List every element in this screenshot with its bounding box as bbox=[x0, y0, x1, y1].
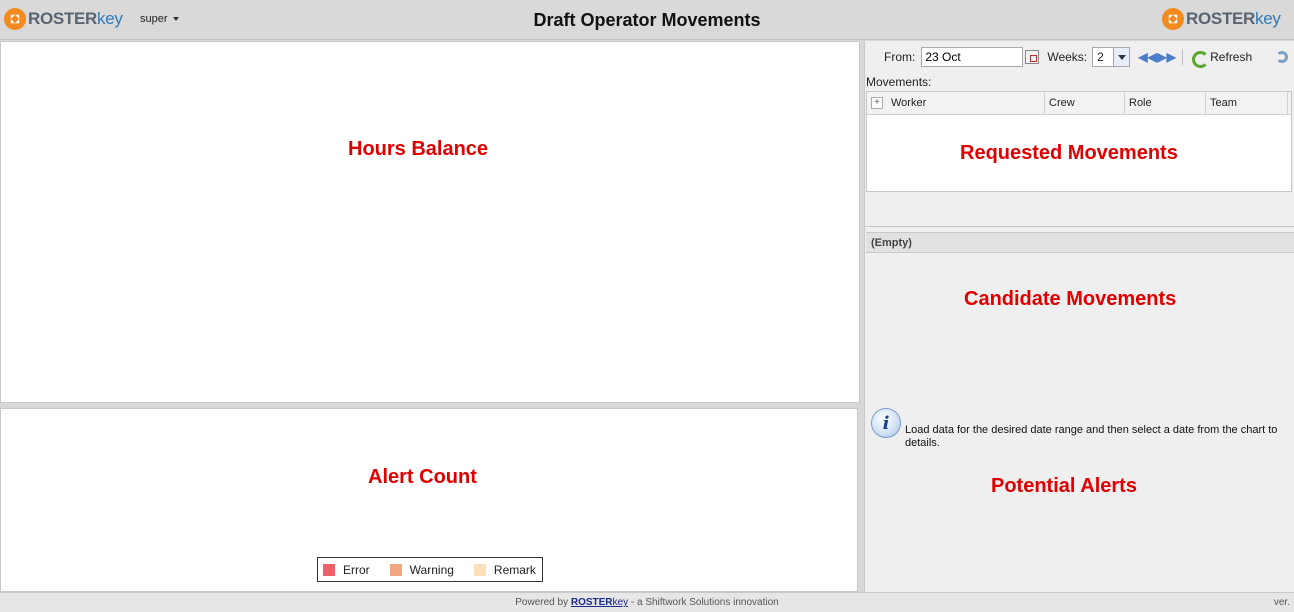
legend-item-error[interactable]: Error bbox=[323, 563, 370, 577]
right-column: From: Weeks: 2 ◀◀ ▶▶ Refresh Movements: … bbox=[864, 41, 1294, 592]
chevron-down-icon[interactable] bbox=[1113, 48, 1130, 66]
rosterkey-logo-icon bbox=[1162, 8, 1184, 30]
previous-period-icon[interactable]: ◀◀ bbox=[1138, 50, 1156, 65]
date-toolbar: From: Weeks: 2 ◀◀ ▶▶ Refresh bbox=[865, 41, 1294, 73]
weeks-value: 2 bbox=[1097, 50, 1104, 64]
toolbar-separator bbox=[1182, 49, 1184, 65]
page-title: Draft Operator Movements bbox=[533, 10, 761, 30]
column-header-crew[interactable]: Crew bbox=[1045, 92, 1125, 114]
candidate-movements-label: Candidate Movements bbox=[964, 288, 1177, 310]
legend-label: Error bbox=[343, 562, 370, 577]
column-header-label: Worker bbox=[891, 97, 927, 109]
from-label: From: bbox=[884, 50, 916, 64]
refresh-icon[interactable] bbox=[1191, 50, 1210, 68]
info-text: Load data for the desired date range and… bbox=[905, 424, 1278, 449]
column-header-label: Crew bbox=[1049, 97, 1075, 109]
movements-grid[interactable]: + Worker Crew Role Team Requested Moveme… bbox=[866, 91, 1292, 192]
rosterkey-logo-right: ROSTERkey bbox=[1162, 7, 1281, 31]
logo-key-text: key bbox=[1255, 9, 1281, 28]
legend-label: Remark bbox=[493, 562, 536, 577]
legend-label: Warning bbox=[409, 562, 454, 577]
potential-alerts-label: Potential Alerts bbox=[991, 475, 1137, 497]
column-header-worker[interactable]: + Worker bbox=[867, 92, 1045, 114]
next-period-icon[interactable]: ▶▶ bbox=[1157, 50, 1175, 65]
info-message: i Load data for the desired date range a… bbox=[871, 408, 1291, 450]
from-date-input[interactable] bbox=[921, 47, 1024, 67]
legend-swatch bbox=[389, 563, 402, 576]
alert-count-panel[interactable]: Alert Count Error Warning Remark bbox=[0, 408, 858, 592]
weeks-label: Weeks: bbox=[1047, 50, 1088, 64]
calendar-icon[interactable] bbox=[1025, 50, 1040, 64]
refresh-button[interactable]: Refresh bbox=[1210, 50, 1252, 64]
column-header-label: Team bbox=[1210, 97, 1237, 109]
rosterkey-link[interactable]: ROSTERkey bbox=[571, 597, 628, 608]
chart-legend: Error Warning Remark bbox=[317, 557, 543, 582]
grid-header: + Worker Crew Role Team bbox=[867, 92, 1291, 115]
requested-movements-label: Requested Movements bbox=[960, 142, 1178, 164]
movements-label: Movements: bbox=[866, 75, 932, 89]
undo-icon[interactable] bbox=[1276, 51, 1289, 63]
hours-balance-panel[interactable]: Hours Balance bbox=[0, 41, 860, 403]
app-header: ROSTERkey super Draft Operator Movements… bbox=[0, 0, 1294, 40]
logo-roster-text: ROSTER bbox=[1186, 9, 1256, 28]
column-header-label: Role bbox=[1129, 97, 1152, 109]
candidates-header: (Empty) bbox=[866, 232, 1294, 253]
app-footer: Powered by ROSTERkey - a Shiftwork Solut… bbox=[0, 592, 1294, 612]
powered-by-text: Powered by bbox=[515, 597, 569, 608]
section-divider bbox=[865, 226, 1294, 227]
footer-brand-key: key bbox=[612, 597, 629, 608]
legend-item-remark[interactable]: Remark bbox=[473, 562, 536, 577]
info-icon: i bbox=[871, 408, 901, 438]
expand-all-icon[interactable]: + bbox=[871, 97, 883, 109]
footer-brand-roster: ROSTER bbox=[570, 597, 613, 608]
footer-tagline: - a Shiftwork Solutions innovation bbox=[628, 597, 779, 608]
legend-swatch bbox=[473, 563, 486, 576]
legend-item-warning[interactable]: Warning bbox=[389, 562, 454, 577]
column-header-team[interactable]: Team bbox=[1206, 92, 1288, 114]
alert-count-label: Alert Count bbox=[368, 466, 477, 488]
weeks-select[interactable]: 2 bbox=[1092, 47, 1131, 67]
column-header-role[interactable]: Role bbox=[1125, 92, 1206, 114]
hours-balance-label: Hours Balance bbox=[348, 138, 489, 160]
version-label: ver. bbox=[1273, 597, 1290, 608]
legend-swatch bbox=[323, 563, 335, 576]
